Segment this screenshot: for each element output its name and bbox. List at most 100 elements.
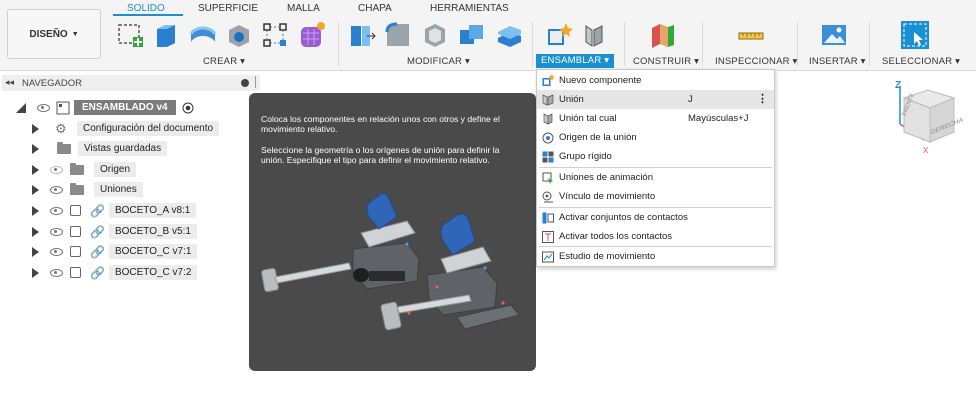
tab-malla[interactable]: MALLA <box>287 3 320 14</box>
pattern-icon[interactable] <box>260 20 290 50</box>
tooltip-instructions: Seleccione la geometría o los orígenes d… <box>261 145 500 165</box>
link-icon: 🔗 <box>90 224 105 239</box>
extrude-icon[interactable] <box>151 20 181 50</box>
visibility-icon[interactable] <box>50 268 63 277</box>
expand-arrow-icon[interactable] <box>32 226 39 237</box>
expand-arrow-icon[interactable] <box>15 102 27 114</box>
tree-item[interactable]: ⚙ Configuración del documento <box>32 120 220 137</box>
link-icon: 🔗 <box>90 265 105 280</box>
expand-arrow-icon[interactable] <box>32 184 39 195</box>
joint-icon <box>542 93 554 106</box>
create-form-icon[interactable] <box>297 20 327 50</box>
tab-superficie[interactable]: SUPERFICIE <box>198 3 258 14</box>
component-checkbox-icon[interactable] <box>70 226 81 237</box>
group-seleccionar-label: SELECCIONAR <box>882 56 953 67</box>
group-ensamblar[interactable]: ENSAMBLAR ▾ <box>536 54 615 68</box>
new-component-icon[interactable] <box>544 20 574 50</box>
menu-item-as-built-joint[interactable]: Unión tal cual Mayúsculas+J <box>537 109 774 128</box>
group-crear[interactable]: CREAR ▾ <box>203 56 245 67</box>
group-inspeccionar[interactable]: INSPECCIONAR ▾ <box>715 56 798 67</box>
revolve-icon[interactable] <box>188 20 218 50</box>
component-checkbox-icon[interactable] <box>70 267 81 278</box>
menu-item-animate-joints[interactable]: Uniones de animación <box>537 168 774 187</box>
menu-item-joint[interactable]: Unión J ⋮ <box>537 90 774 109</box>
box-icon[interactable] <box>224 20 254 50</box>
tab-chapa[interactable]: CHAPA <box>358 3 392 14</box>
menu-item-shortcut: Mayúsculas+J <box>688 113 749 124</box>
link-icon: 🔗 <box>90 203 105 218</box>
offset-plane-icon[interactable] <box>648 20 678 50</box>
visibility-icon[interactable] <box>50 247 63 256</box>
tree-item[interactable]: 🔗 BOCETO_B v5:1 <box>32 223 197 240</box>
menu-item-new-component[interactable]: Nuevo componente <box>537 71 774 90</box>
toolbar: DISEÑO ▼ SOLIDO SUPERFICIE MALLA CHAPA H… <box>0 0 976 71</box>
combine-icon[interactable] <box>457 20 487 50</box>
visibility-icon[interactable] <box>37 103 50 112</box>
menu-item-label: Unión <box>559 94 584 105</box>
expand-arrow-icon[interactable] <box>32 246 39 257</box>
expand-arrow-icon[interactable] <box>32 267 39 278</box>
visibility-icon[interactable] <box>50 185 63 194</box>
menu-item-enable-contact-sets[interactable]: Activar conjuntos de contactos <box>537 208 774 227</box>
tab-solido[interactable]: SOLIDO <box>127 3 165 14</box>
joint-illustration-image <box>261 193 520 331</box>
tree-item[interactable]: Origen <box>32 161 137 178</box>
insert-image-icon[interactable] <box>819 20 849 50</box>
expand-arrow-icon[interactable] <box>32 123 39 134</box>
menu-item-label: Nuevo componente <box>559 75 642 86</box>
menu-item-rigid-group[interactable]: Grupo rígido <box>537 147 774 166</box>
expand-arrow-icon[interactable] <box>32 205 39 216</box>
group-modificar[interactable]: MODIFICAR ▾ <box>407 56 470 67</box>
divider <box>532 22 533 66</box>
tree-root-row[interactable]: ENSAMBLADO v4 <box>15 99 194 116</box>
menu-item-joint-origin[interactable]: Origen de la unión <box>537 128 774 147</box>
menu-item-motion-study[interactable]: Estudio de movimiento <box>537 247 774 266</box>
tree-item[interactable]: Vistas guardadas <box>32 140 168 157</box>
activate-radio-icon[interactable] <box>182 102 194 114</box>
root-component-label[interactable]: ENSAMBLADO v4 <box>74 100 176 115</box>
tree-item[interactable]: Uniones <box>32 181 143 198</box>
measure-icon[interactable] <box>736 20 766 50</box>
design-button-label: DISEÑO <box>29 28 68 40</box>
menu-item-motion-link[interactable]: Vínculo de movimiento <box>537 187 774 206</box>
menu-item-enable-all-contacts[interactable]: Activar todos los contactos <box>537 227 774 246</box>
folder-icon <box>57 141 71 154</box>
collapse-icon[interactable]: ◂◂ <box>5 77 14 88</box>
visibility-icon[interactable] <box>50 206 63 215</box>
select-icon[interactable] <box>900 20 930 50</box>
create-sketch-icon[interactable] <box>116 20 146 50</box>
hidden-visibility-icon[interactable] <box>50 165 63 174</box>
menu-item-label: Vínculo de movimiento <box>559 191 656 202</box>
shell-icon[interactable] <box>420 20 450 50</box>
motion-link-icon <box>542 191 553 202</box>
resize-handle[interactable] <box>255 76 256 88</box>
visibility-icon[interactable] <box>50 227 63 236</box>
menu-item-label: Grupo rígido <box>559 151 612 162</box>
tree-item[interactable]: 🔗 BOCETO_A v8:1 <box>32 202 197 219</box>
scale-icon[interactable] <box>494 20 524 50</box>
joint-origin-icon <box>542 132 554 143</box>
folder-icon <box>70 162 84 175</box>
component-checkbox-icon[interactable] <box>70 246 81 257</box>
link-icon: 🔗 <box>90 244 105 259</box>
viewcube[interactable]: Z X FRENTE DERECHA <box>892 80 963 160</box>
group-insertar[interactable]: INSERTAR ▾ <box>809 56 866 67</box>
group-crear-label: CREAR <box>203 56 238 67</box>
caret-down-icon: ▼ <box>71 30 79 38</box>
workspace-design-button[interactable]: DISEÑO ▼ <box>7 9 101 59</box>
minimize-icon[interactable] <box>241 79 249 87</box>
tree-item[interactable]: 🔗 BOCETO_C v7:2 <box>32 264 198 281</box>
fillet-icon[interactable] <box>383 20 413 50</box>
tab-herramientas[interactable]: HERRAMIENTAS <box>430 3 509 14</box>
group-seleccionar[interactable]: SELECCIONAR ▾ <box>882 56 960 67</box>
press-pull-icon[interactable] <box>347 20 377 50</box>
joint-icon[interactable] <box>580 20 610 50</box>
expand-arrow-icon[interactable] <box>32 143 39 154</box>
tree-item[interactable]: 🔗 BOCETO_C v7:1 <box>32 243 198 260</box>
menu-item-shortcut: J <box>688 94 693 105</box>
expand-arrow-icon[interactable] <box>32 164 39 175</box>
tree-item-label: Uniones <box>94 182 143 197</box>
more-options-icon[interactable]: ⋮ <box>757 92 768 105</box>
group-construir[interactable]: CONSTRUIR ▾ <box>633 56 699 67</box>
component-checkbox-icon[interactable] <box>70 205 81 216</box>
